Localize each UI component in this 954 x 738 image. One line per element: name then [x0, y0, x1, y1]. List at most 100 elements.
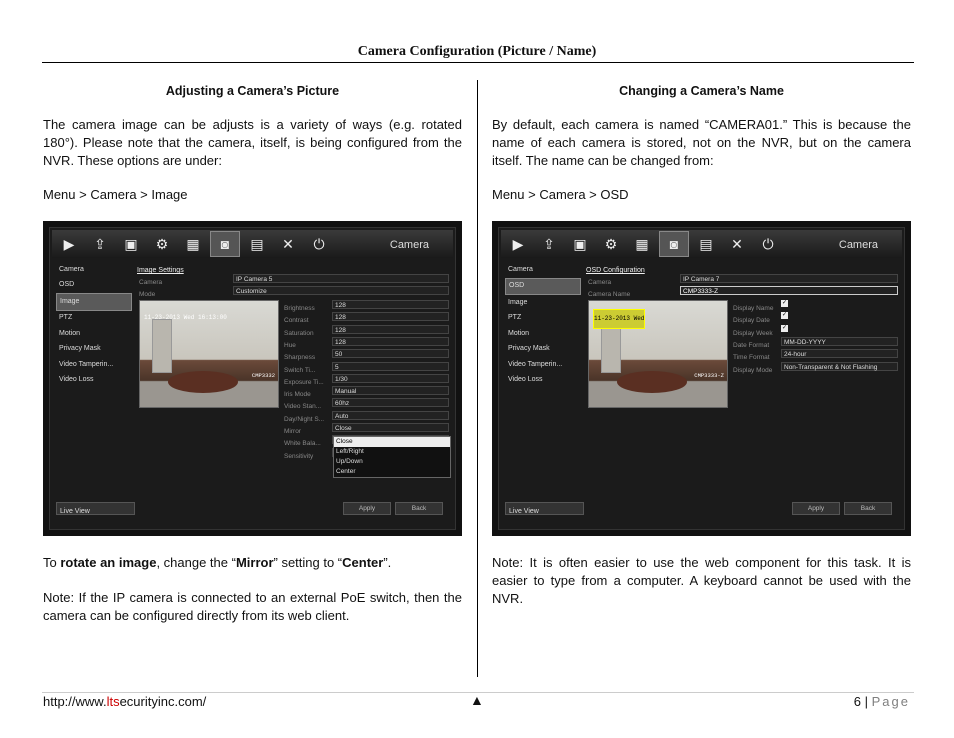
setting-checkbox: ✓ — [781, 324, 788, 332]
nvr-title: Camera — [838, 239, 878, 251]
page-number: 6 | Page — [853, 694, 910, 709]
setting-value: Manual — [332, 386, 449, 396]
sidebar-item-camera: Camera — [59, 265, 84, 273]
setting-row: Display Name ✓ — [731, 300, 898, 312]
setting-row: Display Week ✓ — [731, 324, 898, 337]
setting-row: Mirror Close — [282, 423, 449, 435]
left-heading: Adjusting a Camera’s Picture — [165, 84, 340, 98]
record-icon: ▣ — [124, 236, 138, 252]
camera-icon: ◙ — [659, 231, 689, 257]
sidebar-item-video-tampering: Video Tamperin... — [59, 360, 114, 368]
play-icon: ▶ — [63, 236, 75, 252]
sidebar-item-video-loss: Video Loss — [59, 376, 94, 384]
setting-value: Auto — [332, 410, 449, 420]
setting-row: Saturation 128 — [282, 324, 449, 337]
preview-timestamp: 11-23-2013 Wed 16:13:00 — [144, 314, 227, 321]
sidebar-item-ptz: PTZ — [508, 314, 522, 322]
live-view-button: Live View — [56, 502, 135, 515]
apply-button: Apply — [792, 502, 840, 515]
left-paragraph-2: To rotate an image, change the “Mirror” … — [43, 555, 392, 570]
nvr-title: Camera — [389, 239, 429, 251]
left-menu-path: Menu > Camera > Image — [43, 187, 188, 202]
power-icon: ⏻ — [313, 236, 325, 252]
setting-row: Hue 128 — [282, 336, 449, 349]
preview-camera-name: CMP3333-Z — [694, 372, 724, 379]
setting-value: 128 — [332, 336, 449, 346]
setting-value: 128 — [332, 300, 449, 309]
config-icon: ▤ — [699, 236, 713, 252]
hdd-icon: ⚙ — [604, 236, 618, 252]
network-icon: ▦ — [186, 236, 200, 252]
setting-value: 24-hour — [781, 349, 898, 359]
mode-row: Mode Customize — [137, 286, 449, 298]
camera-preview: 11-23-2013 Wed CMP3333-Z — [588, 300, 728, 408]
setting-label: Display Mode — [733, 366, 773, 374]
sidebar-item-privacy-mask: Privacy Mask — [508, 345, 550, 353]
footer-url: http://www.ltsecurityinc.com/ — [43, 694, 207, 709]
play-icon: ▶ — [512, 236, 524, 252]
nvr-sidebar: Camera OSD Image PTZ Motion Privacy Mask… — [56, 262, 135, 525]
setting-row: Display Mode Non-Transparent & Not Flashi… — [731, 361, 898, 374]
setting-value: MM-DD-YYYY — [781, 336, 898, 346]
export-icon: ⇪ — [94, 236, 106, 252]
nvr-osd-screenshot: ▶ ⇪ ▣ ⚙ ▦ ◙ ▤ ✕ ⏻ Camera Camera OSD Imag… — [492, 221, 911, 536]
setting-row: Video Stan... 60hz — [282, 398, 449, 410]
sidebar-item-video-loss: Video Loss — [508, 376, 543, 384]
nvr-toolbar: ▶ ⇪ ▣ ⚙ ▦ ◙ ▤ ✕ ⏻ Camera — [501, 230, 902, 258]
network-icon: ▦ — [635, 236, 649, 252]
setting-label: Sensitivity — [284, 452, 314, 460]
panel-title: Image Settings — [137, 267, 184, 274]
setting-row: Day/Night S... Auto — [282, 410, 449, 423]
setting-row: Switch Ti... 5 — [282, 361, 449, 374]
record-icon: ▣ — [573, 236, 587, 252]
nvr-image-screenshot: ▶ ⇪ ▣ ⚙ ▦ ◙ ▤ ✕ ⏻ Camera Camera OSD Imag… — [43, 221, 462, 536]
camera-name-row: Camera Name CMP3333-Z — [586, 286, 898, 298]
document-title: Camera Configuration (Picture / Name) — [357, 44, 597, 59]
tools-icon: ✕ — [282, 236, 294, 252]
sidebar-item-motion: Motion — [59, 329, 81, 337]
sidebar-item-image: Image — [508, 298, 528, 306]
right-paragraph-1: By default, each camera is named “CAMERA… — [492, 117, 911, 168]
sidebar-item-camera: Camera — [508, 265, 533, 273]
setting-value: 128 — [332, 324, 449, 334]
panel-title: OSD Configuration — [586, 267, 645, 274]
setting-value: 5 — [332, 361, 449, 371]
hdd-icon: ⚙ — [155, 236, 169, 252]
image-settings-panel: Image Settings Camera IP Camera 5 Mode C… — [137, 262, 451, 525]
setting-checkbox: ✓ — [781, 300, 788, 307]
apply-button: Apply — [343, 502, 391, 515]
back-button: Back — [844, 502, 892, 515]
camera-row: Camera IP Camera 5 — [137, 274, 449, 286]
back-button: Back — [395, 502, 443, 515]
right-paragraph-2: Note: It is often easier to use the web … — [492, 555, 911, 606]
setting-value: 50 — [332, 349, 449, 359]
camera-row: Camera IP Camera 7 — [586, 274, 898, 286]
sidebar-item-motion: Motion — [508, 329, 530, 337]
camera-preview: 11-23-2013 Wed 16:13:00 CMP3332 — [139, 300, 279, 408]
sidebar-item-osd: OSD — [59, 281, 75, 289]
right-menu-path: Menu > Camera > OSD — [492, 187, 629, 202]
mirror-dropdown: Close Left/Right Up/Down Center — [333, 436, 451, 478]
sidebar-item-image: Image — [56, 293, 132, 311]
preview-camera-name: CMP3332 — [251, 372, 275, 379]
preview-timestamp: 11-23-2013 Wed — [593, 309, 646, 329]
triangle-icon: ▲ — [470, 692, 484, 708]
setting-value: 128 — [332, 312, 449, 322]
setting-row: Sharpness 50 — [282, 349, 449, 361]
setting-value: Close — [332, 423, 449, 432]
nvr-sidebar: Camera OSD Image PTZ Motion Privacy Mask… — [505, 262, 584, 525]
camera-icon: ◙ — [210, 231, 240, 257]
sidebar-item-video-tampering: Video Tamperin... — [508, 360, 563, 368]
sidebar-item-ptz: PTZ — [59, 314, 73, 322]
config-icon: ▤ — [250, 236, 264, 252]
setting-row: Exposure Ti... 1/30 — [282, 373, 449, 386]
export-icon: ⇪ — [543, 236, 555, 252]
sidebar-item-privacy-mask: Privacy Mask — [59, 345, 101, 353]
osd-config-panel: OSD Configuration Camera IP Camera 7 Cam… — [586, 262, 898, 525]
column-divider — [477, 80, 478, 677]
left-paragraph-1: The camera image can be adjusts is a var… — [43, 117, 462, 168]
setting-value: 1/30 — [332, 373, 449, 383]
sidebar-item-osd: OSD — [505, 277, 581, 295]
power-icon: ⏻ — [762, 236, 774, 252]
setting-row: Brightness 128 — [282, 300, 449, 312]
